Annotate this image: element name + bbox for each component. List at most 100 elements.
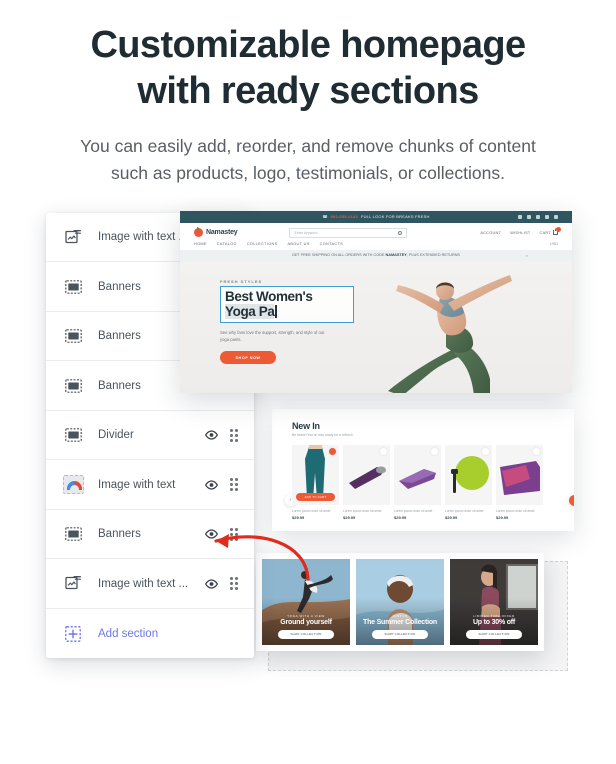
storefront-hero-preview: ☎ 800-555-0142 FULL LOOK FOR BREAKS FRES…	[180, 210, 572, 393]
shipping-text-post: , PLUS EXTENDED RETURNS	[406, 253, 460, 258]
product-name: Lorem ipsum dolor sit amet	[394, 508, 433, 513]
product-card[interactable]: Lorem ipsum dolor sit amet $29.99	[445, 444, 492, 520]
product-card[interactable]: Lorem ipsum dolor sit amet $29.99	[496, 444, 543, 520]
store-search-input[interactable]: Enter keyword	[289, 227, 408, 238]
hero-description: See why fans love the support, strength,…	[220, 330, 325, 343]
banner-icon	[62, 428, 84, 443]
favorite-icon[interactable]	[329, 447, 336, 455]
favorite-icon[interactable]	[482, 447, 489, 455]
product-carousel: ‹ ADD TO CART Lorem ipsum dolor sit amet…	[285, 444, 574, 520]
product-card[interactable]: ADD TO CART Lorem ipsum dolor sit amet $…	[292, 444, 339, 520]
yoga-model-photo	[388, 274, 512, 393]
shipping-text-pre: GET FREE SHIPPING ON ALL ORDERS WITH COD…	[292, 253, 385, 258]
visibility-eye-icon[interactable]	[202, 430, 220, 440]
store-search-placeholder: Enter keyword	[294, 230, 318, 235]
store-logo[interactable]: Namastey	[194, 226, 238, 238]
facebook-icon[interactable]	[518, 214, 522, 219]
nav-catalog[interactable]: CATALOG	[217, 242, 237, 246]
hero-shop-now-button[interactable]: SHOP NOW	[220, 351, 276, 365]
nav-collections[interactable]: COLLECTIONS	[247, 242, 278, 246]
banner-title: Ground yourself	[280, 618, 332, 626]
product-image	[343, 444, 390, 505]
banner-card[interactable]: JUST IN The Summer Collection SHOP COLLE…	[356, 558, 444, 645]
search-icon[interactable]	[398, 230, 403, 235]
store-topbar-promo: ☎ 800-555-0142 FULL LOOK FOR BREAKS FRES…	[322, 214, 429, 219]
favorite-icon[interactable]	[380, 447, 387, 455]
currency-selector[interactable]: USD	[550, 242, 558, 246]
youtube-icon[interactable]	[554, 214, 558, 219]
product-price: $29.99	[445, 514, 458, 520]
composition-stage: Image with text ... Banners Banners Bann…	[0, 209, 616, 729]
product-price: $29.99	[394, 514, 407, 520]
banner-eyebrow: YOGA WITH A VIEW	[287, 613, 325, 618]
banner-eyebrow: JUST IN	[392, 613, 408, 618]
store-brand-name: Namastey	[206, 229, 238, 237]
banner-shop-button[interactable]: SHOP COLLECTION	[466, 629, 522, 639]
banner-title: Up to 30% off	[472, 618, 516, 626]
product-name: Lorem ipsum dolor sit amet	[496, 508, 535, 513]
wishlist-link[interactable]: WISHLIST	[510, 231, 530, 235]
add-section-button[interactable]: Add section	[46, 608, 254, 659]
banner-shop-button[interactable]: SHOP COLLECTION	[372, 629, 428, 639]
account-link[interactable]: ACCOUNT	[480, 231, 501, 235]
favorite-icon[interactable]	[431, 447, 438, 455]
product-card[interactable]: Lorem ipsum dolor sit amet $29.99	[343, 444, 390, 520]
new-in-subtitle: Be brave! You're now ready for a refresh	[292, 432, 353, 437]
linkedin-icon[interactable]	[545, 214, 549, 219]
instagram-icon[interactable]	[536, 214, 540, 219]
product-image: ADD TO CART	[292, 444, 339, 505]
hero-slide: FRESH STYLES Best Women's Yoga Pa See wh…	[180, 260, 572, 393]
twitter-icon[interactable]	[527, 214, 531, 219]
carousel-next-button[interactable]: ›	[569, 494, 574, 506]
section-row-label: Image with text ...	[98, 577, 189, 590]
phone-icon: ☎	[322, 214, 328, 220]
product-card[interactable]: Lorem ipsum dolor sit amet $29.99	[394, 444, 441, 520]
favorite-icon[interactable]	[533, 447, 540, 455]
new-in-title: New In	[292, 420, 320, 431]
hero-title-editor[interactable]: Best Women's Yoga Pa	[220, 285, 354, 324]
drag-handle-icon[interactable]	[226, 478, 242, 492]
page-title-line-1: Customizable homepage	[90, 24, 526, 66]
section-row-divider[interactable]: Divider	[46, 410, 254, 461]
drag-handle-icon[interactable]	[226, 428, 242, 442]
banner-shop-button[interactable]: SHOP COLLECTION	[278, 629, 334, 639]
product-image	[394, 444, 441, 505]
cart-link[interactable]: CART	[539, 227, 561, 236]
banner-eyebrow: LIMITED TIME OFFER	[473, 613, 515, 618]
product-image	[496, 444, 543, 505]
banner-icon	[62, 279, 84, 294]
page-subtitle-line-1: You can easily add, reorder, and remove	[80, 135, 394, 156]
shipping-announcement-bar: GET FREE SHIPPING ON ALL ORDERS WITH COD…	[180, 249, 572, 261]
nav-home[interactable]: HOME	[194, 242, 207, 246]
product-image	[445, 444, 492, 505]
section-row-label: Divider	[98, 429, 134, 442]
page-title-line-2: with ready sections	[137, 70, 479, 113]
banner-card[interactable]: LIMITED TIME OFFER Up to 30% off SHOP CO…	[450, 558, 538, 645]
product-name: Lorem ipsum dolor sit amet	[445, 508, 484, 513]
image-with-text-icon	[62, 576, 84, 591]
banner-title: The Summer Collection	[363, 618, 437, 626]
product-price: $29.99	[496, 514, 509, 520]
image-with-text-icon	[62, 229, 84, 245]
page-subtitle: You can easily add, reorder, and remove …	[30, 133, 586, 187]
page-subtitle-line-3: testimonials, or collections.	[295, 162, 505, 183]
visibility-eye-icon[interactable]	[202, 480, 220, 490]
close-icon[interactable]: ×	[526, 253, 528, 258]
social-icons[interactable]	[518, 214, 558, 219]
banner-caption: LIMITED TIME OFFER Up to 30% off SHOP CO…	[450, 614, 538, 639]
shipping-code: NAMASTEY	[385, 253, 407, 258]
store-navigation: Namastey Enter keyword ACCOUNT WISHLIST …	[180, 222, 572, 250]
store-phone: 800-555-0142	[330, 214, 358, 220]
banner-icon	[62, 527, 84, 542]
add-to-cart-button[interactable]: ADD TO CART	[296, 492, 335, 501]
store-header-links: ACCOUNT WISHLIST CART	[480, 227, 561, 236]
banner-caption: YOGA WITH A VIEW Ground yourself SHOP CO…	[262, 614, 350, 639]
nav-contacts[interactable]: CONTACTS	[320, 242, 343, 246]
nav-about-us[interactable]: ABOUT US	[287, 242, 309, 246]
cart-label: CART	[539, 230, 551, 235]
hero-text-block: FRESH STYLES Best Women's Yoga Pa See wh…	[220, 279, 354, 365]
section-row-image-with-text-2[interactable]: Image with text	[46, 460, 254, 510]
banner-icon	[62, 378, 84, 393]
banner-caption: JUST IN The Summer Collection SHOP COLLE…	[356, 614, 444, 639]
hero-title-line-2: Yoga Pa	[225, 304, 275, 320]
